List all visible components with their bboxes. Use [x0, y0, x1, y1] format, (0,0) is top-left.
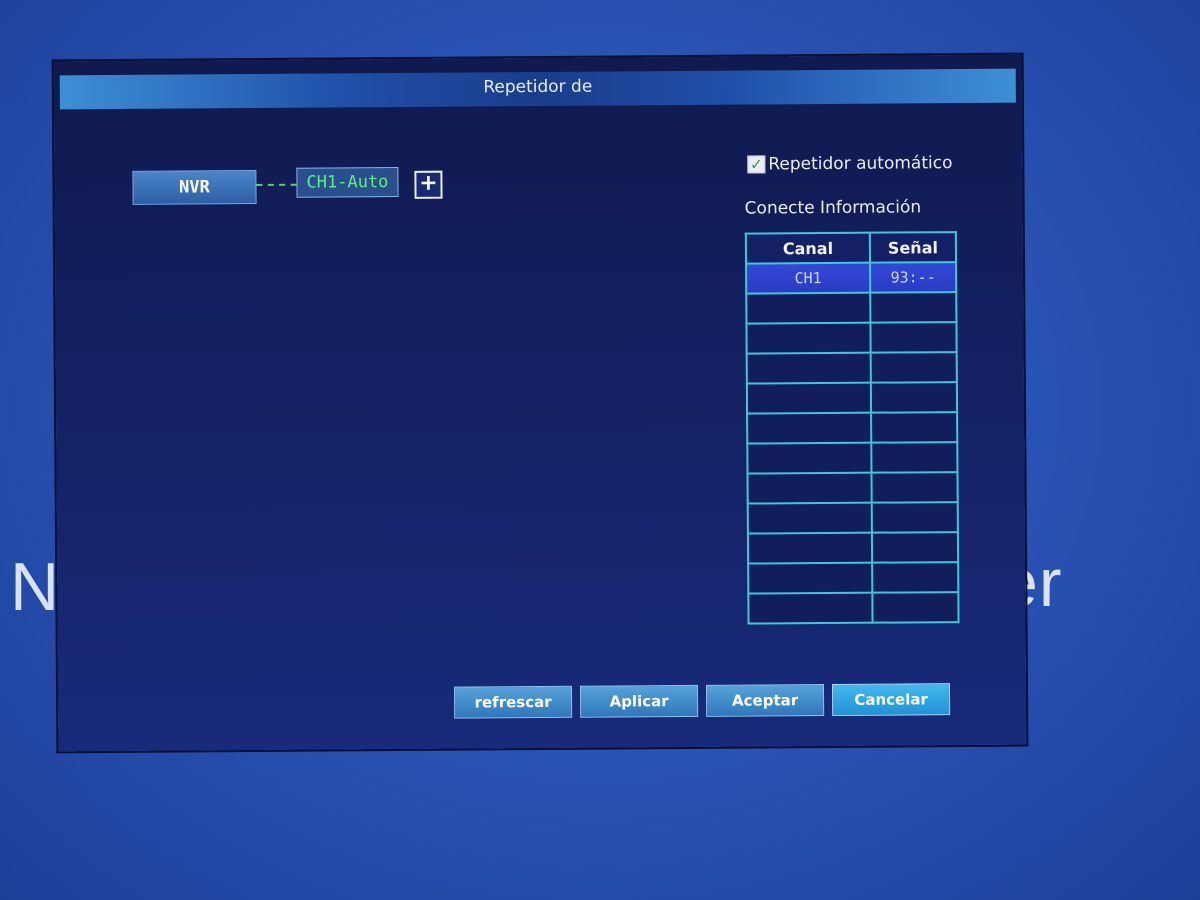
column-header-canal: Canal [745, 232, 871, 264]
auto-repeater-label: Repetidor automático [768, 153, 953, 175]
table-row[interactable] [748, 562, 959, 594]
cell-senal [872, 592, 959, 623]
cell-senal [870, 322, 957, 353]
table-row[interactable] [746, 382, 958, 414]
apply-button[interactable]: Aplicar [579, 684, 699, 718]
connection-info-heading: Conecte Información [744, 197, 922, 219]
cell-senal [871, 502, 958, 533]
accept-button[interactable]: Aceptar [705, 684, 825, 717]
nvr-node[interactable]: NVR [132, 169, 257, 205]
cell-canal [747, 412, 872, 444]
cell-canal [747, 502, 872, 534]
table-row[interactable] [748, 592, 959, 624]
channel-node-ch1[interactable]: CH1-Auto [296, 166, 399, 198]
cell-senal [870, 292, 957, 323]
cell-senal [871, 412, 958, 443]
plus-icon: + [419, 170, 438, 196]
refresh-button[interactable]: refrescar [453, 685, 573, 719]
add-repeater-button[interactable]: + [414, 170, 443, 199]
repeater-dialog: Repetidor de NVR CH1-Auto + ✓ Repetidor … [53, 54, 1027, 752]
checkmark-icon: ✓ [749, 155, 763, 174]
connection-info-table: Canal Señal CH1 93:-- [745, 231, 960, 624]
column-header-senal: Señal [869, 232, 957, 263]
cell-canal [748, 592, 873, 624]
cell-senal [871, 442, 958, 473]
cell-canal: CH1 [746, 262, 871, 294]
table-row[interactable] [747, 472, 958, 504]
table-row[interactable] [747, 532, 959, 564]
cell-canal [746, 292, 871, 324]
auto-repeater-checkbox[interactable]: ✓ [747, 155, 766, 174]
auto-repeater-option[interactable]: ✓ Repetidor automático [747, 153, 953, 175]
dialog-title-bar: Repetidor de [59, 68, 1016, 110]
table-row[interactable] [746, 322, 957, 354]
table-row[interactable] [747, 412, 958, 444]
table-row[interactable]: CH1 93:-- [746, 262, 957, 294]
cell-canal [747, 532, 873, 564]
cell-canal [746, 382, 872, 414]
table-row[interactable] [746, 352, 957, 384]
dialog-title: Repetidor de [483, 76, 593, 98]
table-row[interactable] [747, 502, 958, 534]
cell-senal [871, 472, 958, 503]
cell-senal [871, 532, 959, 563]
cell-canal [748, 562, 873, 594]
dialog-button-row: refrescar Aplicar Aceptar Cancelar [453, 683, 951, 719]
table-header-row: Canal Señal [745, 232, 957, 264]
cell-senal [870, 382, 958, 413]
cell-senal: 93:-- [870, 262, 957, 293]
cell-canal [747, 442, 872, 474]
cancel-button[interactable]: Cancelar [831, 683, 951, 716]
cell-canal [747, 472, 872, 504]
cell-senal [872, 562, 959, 593]
cell-canal [746, 352, 871, 384]
table-row[interactable] [746, 292, 957, 324]
link-connector-line [256, 183, 297, 186]
cell-canal [746, 322, 871, 354]
cell-senal [870, 352, 957, 383]
table-row[interactable] [747, 442, 958, 474]
